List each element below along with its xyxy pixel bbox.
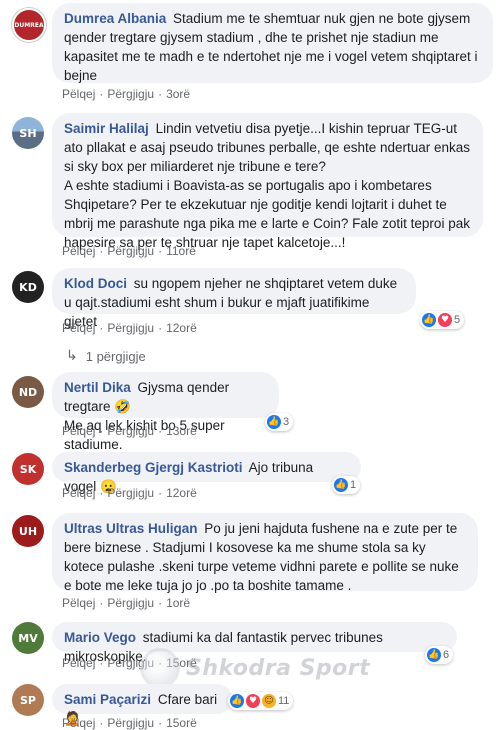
view-replies-link[interactable]: ↳ 1 përgjigje xyxy=(66,348,146,364)
comment-bubble: Klod Doci su ngopem njeher ne shqiptaret… xyxy=(52,268,416,329)
love-reaction-icon: ♥ xyxy=(438,313,452,327)
comment-author[interactable]: Mario Vego xyxy=(64,630,136,645)
like-button[interactable]: Pëlqej xyxy=(62,716,95,730)
like-button[interactable]: Pëlqej xyxy=(62,596,95,610)
reply-button[interactable]: Përgjigju xyxy=(107,424,154,438)
watermark-text: Shkodra Sport xyxy=(186,655,371,681)
comment-time[interactable]: 13orë xyxy=(166,424,197,438)
comment-time[interactable]: 3orë xyxy=(166,87,190,101)
comment-bubble: Saimir Halilaj Lindin vetvetiu disa pyet… xyxy=(52,113,483,250)
reply-button[interactable]: Përgjigju xyxy=(107,596,154,610)
reaction-summary[interactable]: 👍 ♥ 5 xyxy=(420,311,465,329)
comment-time[interactable]: 1orë xyxy=(166,596,190,610)
comment-actions: Pëlqej · Përgjigju · 11orë xyxy=(62,244,196,258)
comment-actions: Pëlqej · Përgjigju · 3orë xyxy=(62,87,191,101)
comment-bubble: Skanderbeg Gjergj Kastrioti Ajo tribuna … xyxy=(52,452,361,494)
like-button[interactable]: Pëlqej xyxy=(62,244,95,258)
avatar-label: MV xyxy=(18,631,38,645)
like-button[interactable]: Pëlqej xyxy=(62,486,95,500)
avatar-label: SH xyxy=(19,126,37,140)
reply-button[interactable]: Përgjigju xyxy=(107,716,154,730)
comment-actions: Pëlqej · Përgjigju · 12orë xyxy=(62,486,197,500)
avatar-label: SP xyxy=(20,693,36,707)
comment-time[interactable]: 15orë xyxy=(166,656,197,670)
reaction-summary[interactable]: 👍 1 xyxy=(332,476,361,494)
avatar[interactable]: ND xyxy=(12,376,44,408)
comment-time[interactable]: 15orë xyxy=(166,716,197,730)
like-button[interactable]: Pëlqej xyxy=(62,656,95,670)
avatar[interactable]: UH xyxy=(12,515,44,547)
comment-actions: Pëlqej · Përgjigju · 15orë xyxy=(62,656,197,670)
reaction-count: 1 xyxy=(350,479,357,491)
avatar[interactable]: SH xyxy=(12,117,44,149)
reaction-summary[interactable]: 👍 3 xyxy=(265,413,294,431)
reaction-count: 3 xyxy=(283,416,290,428)
avatar[interactable]: MV xyxy=(12,622,44,654)
reaction-count: 5 xyxy=(454,314,461,326)
avatar-label: ND xyxy=(18,385,38,399)
comment-actions: Pëlqej · Përgjigju · 12orë xyxy=(62,321,197,335)
comment-author[interactable]: Dumrea Albania xyxy=(64,11,166,26)
comment-time[interactable]: 11orë xyxy=(166,244,196,258)
reply-button[interactable]: Përgjigju xyxy=(107,486,154,500)
comment-author[interactable]: Klod Doci xyxy=(64,276,127,291)
like-reaction-icon: 👍 xyxy=(267,415,281,429)
reply-button[interactable]: Përgjigju xyxy=(107,656,154,670)
avatar[interactable]: DUMREA xyxy=(12,8,46,42)
comment-bubble: Nertil Dika Gjysma qender tregtare 🤣 Me … xyxy=(52,372,279,452)
comment-actions: Pëlqej · Përgjigju · 1orë xyxy=(62,596,191,610)
haha-reaction-icon: ☺ xyxy=(262,694,276,708)
replies-count: 1 përgjigje xyxy=(85,348,146,364)
like-reaction-icon: 👍 xyxy=(422,313,436,327)
comment-bubble: Ultras Ultras Huligan Po ju jeni hajduta… xyxy=(52,513,478,593)
avatar-label: KD xyxy=(19,280,37,294)
comment-bubble: Sami Paçarizi Cfare bari 🤦 xyxy=(52,684,232,726)
reply-arrow-icon: ↳ xyxy=(66,348,78,364)
avatar-label: DUMREA xyxy=(14,21,44,29)
like-reaction-icon: 👍 xyxy=(427,648,441,662)
avatar[interactable]: SK xyxy=(12,453,44,485)
comment-bubble: Mario Vego stadiumi ka dal fantastik per… xyxy=(52,622,457,664)
reaction-summary[interactable]: 👍 6 xyxy=(425,646,454,664)
like-button[interactable]: Pëlqej xyxy=(62,87,95,101)
reply-button[interactable]: Përgjigju xyxy=(107,321,154,335)
comment-author[interactable]: Skanderbeg Gjergj Kastrioti xyxy=(64,460,243,475)
avatar[interactable]: SP xyxy=(12,684,44,716)
like-button[interactable]: Pëlqej xyxy=(62,424,95,438)
like-button[interactable]: Pëlqej xyxy=(62,321,95,335)
reaction-count: 11 xyxy=(278,695,290,707)
comment-actions: Pëlqej · Përgjigju · 13orë xyxy=(62,424,197,438)
comment-author[interactable]: Sami Paçarizi xyxy=(64,692,151,707)
comment-author[interactable]: Saimir Halilaj xyxy=(64,121,149,136)
avatar-label: UH xyxy=(18,524,38,538)
avatar[interactable]: KD xyxy=(12,271,44,303)
comment-author[interactable]: Ultras Ultras Huligan xyxy=(64,521,198,536)
comment-time[interactable]: 12orë xyxy=(166,486,197,500)
reaction-summary[interactable]: 👍 ♥ ☺ 11 xyxy=(228,692,294,710)
comment-actions: Pëlqej · Përgjigju · 15orë xyxy=(62,716,197,730)
reaction-count: 6 xyxy=(443,649,450,661)
reply-button[interactable]: Përgjigju xyxy=(107,244,154,258)
comment-author[interactable]: Nertil Dika xyxy=(64,380,131,395)
comment-bubble: Dumrea Albania Stadium me te shemtuar nu… xyxy=(52,3,493,83)
like-reaction-icon: 👍 xyxy=(334,478,348,492)
reply-button[interactable]: Përgjigju xyxy=(107,87,154,101)
like-reaction-icon: 👍 xyxy=(230,694,244,708)
comment-time[interactable]: 12orë xyxy=(166,321,197,335)
love-reaction-icon: ♥ xyxy=(246,694,260,708)
comment-text: Lindin vetvetiu disa pyetje...I kishin t… xyxy=(64,121,471,250)
avatar-label: SK xyxy=(19,462,37,476)
